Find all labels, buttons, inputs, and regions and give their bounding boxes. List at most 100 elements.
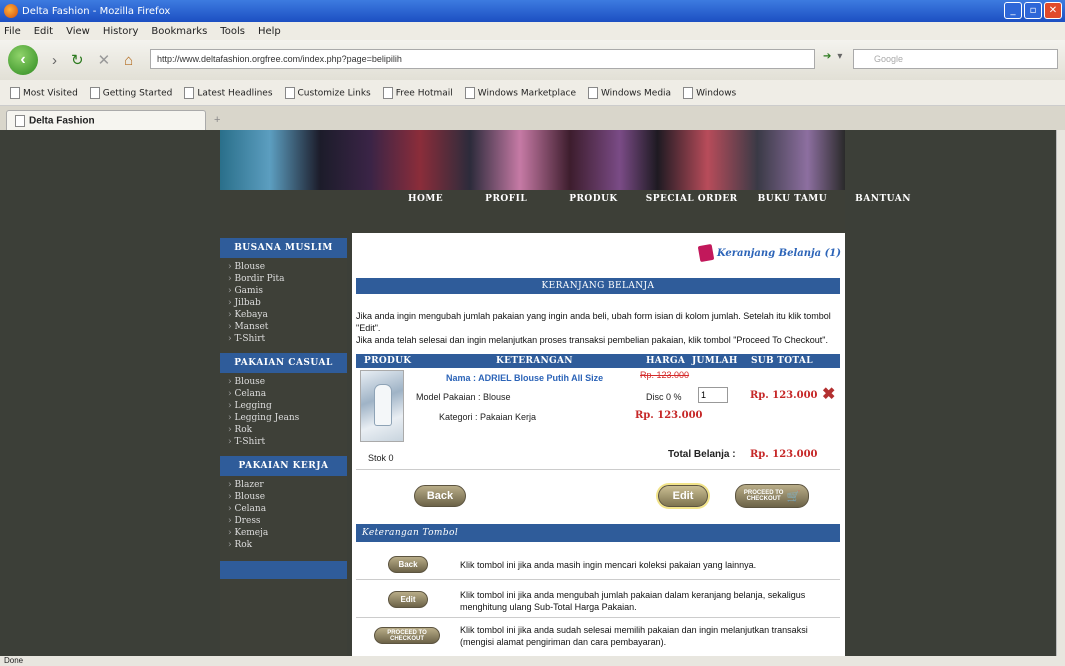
tab-delta-fashion[interactable]: Delta Fashion [6,110,206,130]
stop-icon[interactable]: ✕ [98,51,111,69]
minimize-button[interactable]: _ [1004,2,1022,19]
sidebar-item[interactable]: Celana [228,503,347,515]
header-banner-image [220,130,845,190]
old-price: Rp. 123.000 [640,370,690,380]
sidebar-item[interactable]: Kemeja [228,527,347,539]
close-button[interactable]: ✕ [1044,2,1062,19]
bookmark-free-hotmail[interactable]: Free Hotmail [383,87,453,99]
sidebar-item[interactable]: Rok [228,539,347,551]
bookmark-most-visited[interactable]: Most Visited [10,87,78,99]
address-bar[interactable]: http://www.deltafashion.orgfree.com/inde… [150,49,815,69]
sidebar-footer-bar [220,561,347,579]
back-arrow-icon[interactable]: ‹ [8,45,38,75]
cart-link[interactable]: Keranjang Belanja (1) [697,243,841,263]
bookmark-getting-started[interactable]: Getting Started [90,87,173,99]
menu-help[interactable]: Help [258,26,281,37]
help-checkout-text: Klik tombol ini jika anda sudah selesai … [460,625,808,647]
col-keterangan: KETERANGAN [496,356,573,366]
sidebar-item[interactable]: T-Shirt [228,333,347,345]
total-label: Total Belanja : [668,449,736,460]
maximize-button[interactable]: ▫ [1024,2,1042,19]
sidebar-heading-busana-muslim: BUSANA MUSLIM [220,238,347,258]
total-value: Rp. 123.000 [750,449,818,460]
divider [356,579,840,580]
menu-edit[interactable]: Edit [34,26,53,37]
sidebar-list-pakaian-casual: Blouse Celana Legging Legging Jeans Rok … [220,373,347,456]
product-thumbnail[interactable] [360,370,404,442]
nav-home[interactable]: HOME [408,194,443,204]
sidebar-item[interactable]: Legging Jeans [228,412,347,424]
cart-info-line-1: Jika anda ingin mengubah jumlah pakaian … [356,311,831,333]
sidebar-item[interactable]: Celana [228,388,347,400]
dropdown-icon[interactable]: ▾ [837,51,842,62]
product-category: Kategori : Pakaian Kerja [439,412,537,422]
sidebar-heading-pakaian-kerja: PAKAIAN KERJA [220,456,347,476]
firefox-icon [4,4,18,18]
divider [356,469,840,470]
col-produk: PRODUK [364,356,412,366]
menu-view[interactable]: View [66,26,90,37]
bookmark-windows[interactable]: Windows [683,87,736,99]
nav-buttons: › ↻ ✕ ⌂ [52,51,133,70]
sidebar-item[interactable]: Rok [228,424,347,436]
cart-info-line-2: Jika anda telah selesai dan ingin melanj… [356,335,828,345]
stock-info: Stok 0 [368,453,394,463]
menu-history[interactable]: History [103,26,139,37]
go-controls: ➔ ▾ [823,51,842,62]
cart-panel: Keranjang Belanja (1) KERANJANG BELANJA … [352,233,845,656]
checkout-button-label: PROCEED TO CHECKOUT [743,490,784,502]
nav-special-order[interactable]: SPECIAL ORDER [646,194,738,204]
cart-icon: 🛒 [786,490,801,503]
status-bar: Done [0,656,1065,666]
help-heading: Keterangan Tombol [356,524,840,542]
tab-strip: Delta Fashion + [0,106,1065,130]
quantity-input[interactable] [698,387,728,403]
sidebar-list-busana-muslim: Blouse Bordir Pita Gamis Jilbab Kebaya M… [220,258,347,353]
sidebar-item[interactable]: Blazer [228,479,347,491]
sidebar-item[interactable]: Bordir Pita [228,273,347,285]
bookmark-customize-links[interactable]: Customize Links [285,87,371,99]
col-subtotal: SUB TOTAL [751,356,813,366]
bookmark-windows-marketplace[interactable]: Windows Marketplace [465,87,576,99]
sidebar-heading-pakaian-casual: PAKAIAN CASUAL [220,353,347,373]
sidebar-item[interactable]: Gamis [228,285,347,297]
back-button[interactable]: Back [414,485,466,507]
menu-file[interactable]: File [4,26,21,37]
menu-tools[interactable]: Tools [220,26,245,37]
help-back-label: Back [398,560,418,569]
cart-table-header: PRODUK KETERANGAN HARGA JUMLAH SUB TOTAL [356,354,840,368]
sidebar-item[interactable]: T-Shirt [228,436,347,448]
sidebar-item[interactable]: Legging [228,400,347,412]
search-input[interactable]: Google [853,49,1058,69]
checkout-button[interactable]: PROCEED TO CHECKOUT 🛒 [735,484,809,508]
delete-item-icon[interactable]: ✖ [822,384,835,404]
nav-bantuan[interactable]: BANTUAN [855,194,911,204]
title-bar: Delta Fashion - Mozilla Firefox _ ▫ ✕ [0,0,1065,22]
menu-bookmarks[interactable]: Bookmarks [151,26,207,37]
shopping-bag-icon [697,243,715,263]
new-tab-button[interactable]: + [214,114,220,126]
edit-button[interactable]: Edit [658,485,708,507]
reload-icon[interactable]: ↻ [71,51,84,69]
nav-buku-tamu[interactable]: BUKU TAMU [758,194,827,204]
go-arrow-icon[interactable]: ➔ [823,51,831,62]
home-icon[interactable]: ⌂ [124,52,133,69]
sidebar-item[interactable]: Jilbab [228,297,347,309]
cart-instructions: Jika anda ingin mengubah jumlah pakaian … [356,310,840,346]
sidebar-item[interactable]: Blouse [228,376,347,388]
category-sidebar: BUSANA MUSLIM Blouse Bordir Pita Gamis J… [220,238,347,656]
item-subtotal: Rp. 123.000 [750,390,818,401]
help-edit-button: Edit [388,591,428,608]
sidebar-item[interactable]: Kebaya [228,309,347,321]
sidebar-item[interactable]: Blouse [228,261,347,273]
nav-produk[interactable]: PRODUK [569,194,618,204]
vertical-scrollbar[interactable] [1056,130,1065,656]
bookmark-windows-media[interactable]: Windows Media [588,87,671,99]
sidebar-item[interactable]: Dress [228,515,347,527]
forward-arrow-icon[interactable]: › [52,52,57,69]
back-button-label: Back [426,490,454,502]
sidebar-item[interactable]: Blouse [228,491,347,503]
sidebar-item[interactable]: Manset [228,321,347,333]
nav-profil[interactable]: PROFIL [485,194,527,204]
bookmark-latest-headlines[interactable]: Latest Headlines [184,87,272,99]
